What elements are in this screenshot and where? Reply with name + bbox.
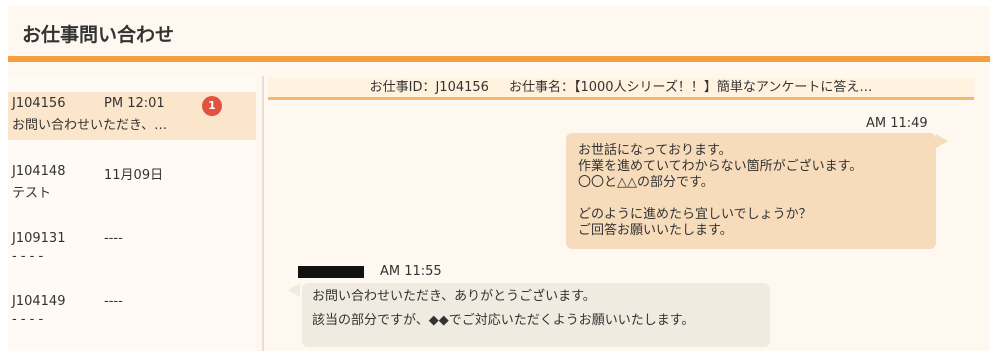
conversation-id: J109131 [12,231,66,246]
outgoing-bubble-tail [936,134,948,148]
message-line: ご回答お願いいたします。 [578,223,733,238]
page-title: お仕事問い合わせ [22,24,175,46]
conversation-item-j109131[interactable]: J109131 ---- - - - - [8,227,256,275]
conversation-item-j104156[interactable]: J104156 PM 12:01 1 お問い合わせいただき、… [8,92,256,140]
conversation-preview: テスト [12,186,52,201]
conversation-preview: - - - - [12,249,44,264]
conversation-item-j104148[interactable]: J104148 11月09日 テスト [8,160,256,208]
message-line: お世話になっております。 [578,143,732,158]
incoming-message-bubble: お問い合わせいただき、ありがとうございます。 該当の部分ですが、◆◆でご対応いた… [302,283,770,347]
message-line [578,191,924,207]
conversation-id: J104156 [12,96,66,111]
conversation-id: J104148 [12,164,66,179]
page-header: お仕事問い合わせ [8,6,990,56]
conversation-preview: お問い合わせいただき、… [12,118,168,133]
message-line: 該当の部分ですが、◆◆でご対応いただくようお願いいたします。 [312,313,695,328]
message-line: どのように進めたら宜しいでしょうか？ [578,207,812,222]
outgoing-message-bubble: お世話になっております。 作業を進めていてわからない箇所がございます。 〇〇と△… [566,133,936,249]
conversation-time: ---- [104,231,123,246]
unread-badge: 1 [202,96,222,116]
conversation-item-j104149[interactable]: J104149 ---- - - - - [8,290,256,338]
job-name: お仕事名：【1000人シリーズ！！】簡単なアンケートに答え… [508,80,873,95]
pane-divider[interactable] [262,76,264,351]
message-line: お問い合わせいただき、ありがとうございます。 [312,289,596,304]
outgoing-message-time: AM 11:49 [866,116,928,131]
message-line: 〇〇と△△の部分です。 [578,175,714,190]
conversation-list: J104156 PM 12:01 1 お問い合わせいただき、… J104148 … [8,76,256,351]
incoming-bubble-tail [288,283,300,297]
job-subject-bar: お仕事ID：J104156 お仕事名：【1000人シリーズ！！】簡単なアンケートに… [268,78,974,100]
conversation-time: 11月09日 [104,168,164,183]
incoming-message-time: AM 11:55 [380,264,442,279]
conversation-time: ---- [104,294,123,309]
conversation-preview: - - - - [12,312,44,327]
conversation-time: PM 12:01 [104,96,165,111]
message-line: 作業を進めていてわからない箇所がございます。 [578,159,863,174]
job-id: お仕事ID：J104156 [369,80,489,95]
header-accent-rule [8,56,990,62]
conversation-id: J104149 [12,294,66,309]
redacted-sender-name [298,266,364,278]
